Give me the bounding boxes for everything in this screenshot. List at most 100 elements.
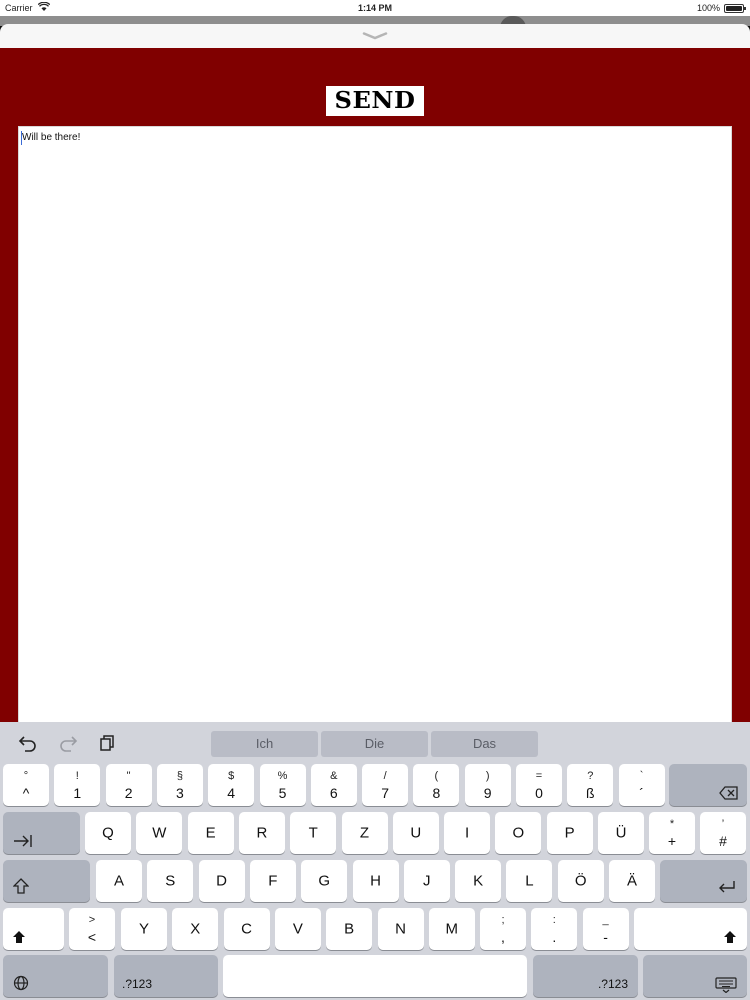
clock: 1:14 PM <box>357 3 392 13</box>
key-u[interactable]: U <box>392 812 439 854</box>
key-punct-2[interactable]: - _ <box>582 908 629 950</box>
shift-key-right[interactable] <box>634 908 747 950</box>
key-3-number-row[interactable]: 3 § <box>156 764 203 806</box>
key-3-number-row-alt-label: § <box>176 770 183 782</box>
key-10-number-row[interactable]: 0 = <box>516 764 562 806</box>
key-symbol-row2-1[interactable]: #’ <box>700 812 746 854</box>
key-b[interactable]: B <box>326 908 373 950</box>
key-7-number-row-alt-label: / <box>383 770 387 782</box>
redo-icon[interactable] <box>58 734 78 752</box>
suggestion-1[interactable]: Ich <box>211 731 318 757</box>
sheet-grabber[interactable] <box>0 24 750 48</box>
key-7-number-row[interactable]: 7/ <box>362 764 409 806</box>
keyboard-dismiss-icon <box>715 977 737 998</box>
key-c-label: C <box>241 920 253 938</box>
key-1-number-row[interactable]: 1! <box>54 764 101 806</box>
key-d[interactable]: D <box>198 860 245 902</box>
key-ö[interactable]: Ö <box>557 860 604 902</box>
shift-icon <box>723 930 737 949</box>
key-c[interactable]: C <box>223 908 270 950</box>
numbers-key-left[interactable]: .?123 <box>114 955 218 997</box>
key-4-number-row[interactable]: 4 $ <box>208 764 255 806</box>
dismiss-keyboard-key[interactable] <box>643 955 747 997</box>
delete-key[interactable] <box>669 764 747 806</box>
key-h-label: H <box>370 872 381 890</box>
key-q[interactable]: Q <box>85 812 131 854</box>
key-m[interactable]: M <box>428 908 475 950</box>
key-5-number-row-alt-label: % <box>277 770 288 782</box>
undo-icon[interactable] <box>18 734 38 752</box>
key-punct-2-alt-label: _ <box>602 914 609 926</box>
key-ä[interactable]: Ä <box>609 860 655 902</box>
globe-key[interactable] <box>3 955 108 997</box>
suggestion-2[interactable]: Die <box>321 731 428 757</box>
key-p-label: P <box>564 824 575 842</box>
message-text-area[interactable]: Will be there! <box>18 126 732 746</box>
numbers-key-right[interactable]: .?123 <box>533 955 638 997</box>
key-symbol-row2-0-label: + <box>667 833 677 849</box>
key-z[interactable]: Z <box>341 812 388 854</box>
key-punct-1[interactable]: .: <box>531 908 578 950</box>
key-9-number-row[interactable]: 9) <box>464 764 511 806</box>
caps-lock-key[interactable] <box>3 860 90 902</box>
key-punct-2-label: - <box>603 929 608 945</box>
key-6-number-row-label: 6 <box>329 785 338 801</box>
key-p[interactable]: P <box>546 812 593 854</box>
key-r[interactable]: R <box>238 812 285 854</box>
keyboard-shortcut-bar: Ich Die Das <box>0 722 750 762</box>
space-bar[interactable] <box>223 955 527 997</box>
key-12-number-row[interactable]: ´ ` <box>618 764 665 806</box>
key-symbol-row2-0[interactable]: + * <box>649 812 695 854</box>
return-icon <box>718 880 736 899</box>
key-g[interactable]: G <box>301 860 348 902</box>
key-0-number-row-alt-label: ° <box>23 770 29 782</box>
key-6-number-row[interactable]: 6 & <box>310 764 357 806</box>
key-x[interactable]: X <box>172 908 219 950</box>
key-v[interactable]: V <box>274 908 321 950</box>
key-w[interactable]: W <box>136 812 183 854</box>
key-k[interactable]: K <box>455 860 502 902</box>
key-s[interactable]: S <box>147 860 194 902</box>
key-punct-0[interactable]: ,; <box>480 908 526 950</box>
key-m-label: M <box>445 920 459 938</box>
send-button[interactable]: SEND <box>326 86 424 116</box>
key-q-label: Q <box>102 824 114 842</box>
key-z-label: Z <box>359 824 370 842</box>
key-8-number-row-alt-label: ( <box>434 770 439 782</box>
key-x-label: X <box>190 920 201 938</box>
key-8-number-row[interactable]: 8( <box>413 764 460 806</box>
return-key[interactable] <box>660 860 747 902</box>
key-h[interactable]: H <box>352 860 399 902</box>
key-f[interactable]: F <box>249 860 296 902</box>
key-2-number-row[interactable]: 2 " <box>105 764 152 806</box>
key-j[interactable]: J <box>403 860 450 902</box>
key-punct-1-label: . <box>552 929 557 945</box>
key-e[interactable]: E <box>187 812 234 854</box>
key-y[interactable]: Y <box>121 908 167 950</box>
key-l-label: L <box>525 872 534 890</box>
key-6-number-row-alt-label: & <box>330 770 338 782</box>
key-a[interactable]: A <box>96 860 142 902</box>
shift-key-left[interactable] <box>3 908 64 950</box>
paste-icon[interactable] <box>98 734 118 752</box>
key-0-number-row[interactable]: ^ ° <box>3 764 49 806</box>
key-8-number-row-label: 8 <box>432 785 441 801</box>
key-11-number-row[interactable]: ß? <box>567 764 614 806</box>
key-l[interactable]: L <box>506 860 553 902</box>
key-k-label: K <box>473 872 484 890</box>
numbers-key-left-label: .?123 <box>122 977 153 991</box>
key-2-number-row-alt-label: " <box>126 770 131 782</box>
key-g-label: G <box>318 872 331 890</box>
key-9-number-row-alt-label: ) <box>485 770 490 782</box>
tab-key[interactable] <box>3 812 80 854</box>
chevron-down-icon[interactable] <box>362 32 388 40</box>
key-ü[interactable]: Ü <box>598 812 644 854</box>
key-5-number-row[interactable]: 5% <box>259 764 306 806</box>
key-n[interactable]: N <box>377 908 424 950</box>
key-u-label: U <box>410 824 422 842</box>
key-t[interactable]: T <box>290 812 337 854</box>
key-i[interactable]: I <box>444 812 491 854</box>
suggestion-3[interactable]: Das <box>431 731 538 757</box>
key-angle-brackets[interactable]: < > <box>69 908 115 950</box>
key-o[interactable]: O <box>495 812 542 854</box>
